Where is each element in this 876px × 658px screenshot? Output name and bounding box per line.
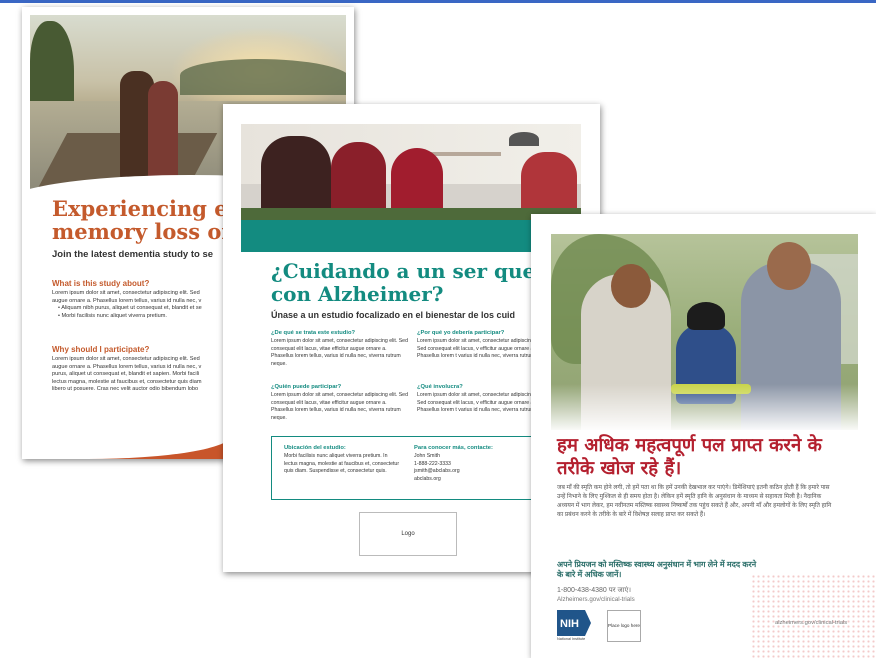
question-text: Lorem ipsum dolor sit amet, consectetur … xyxy=(271,338,408,367)
contact-heading: Para conocer más, contacte: xyxy=(414,445,493,451)
nih-logo-icon: NIH xyxy=(557,610,591,636)
svg-text:NIH: NIH xyxy=(560,618,579,630)
question-heading: ¿Qué involucra? xyxy=(417,384,463,390)
flyer-spanish-subtitle: Únase a un estudio focalizado en el bien… xyxy=(271,310,516,320)
flyer-hindi-cta: अपने प्रियजन को मस्तिष्क स्वास्थ्य अनुसं… xyxy=(557,560,757,579)
phone-number: 1-800-438-4380 पर जाएं। xyxy=(557,587,632,594)
top-accent-bar xyxy=(0,0,876,3)
section-heading-participate: Why should I participate? xyxy=(52,345,150,354)
question-heading: ¿Por qué yo debería participar? xyxy=(417,330,505,336)
flyer-hindi: हम अधिक महत्वपूर्ण पल प्राप्त करने के तर… xyxy=(531,214,876,658)
flyer-hindi-title: हम अधिक महत्वपूर्ण पल प्राप्त करने के तर… xyxy=(557,435,822,479)
footer-url: alzheimers.gov/clinical-trials xyxy=(775,620,848,626)
study-info-box: Ubicación del estudio: Morbi facilisis n… xyxy=(271,436,575,500)
logo-placeholder: Logo xyxy=(359,512,457,556)
logo-placeholder: Place logo here xyxy=(607,610,641,642)
flyer-english-subtitle: Join the latest dementia study to se xyxy=(52,249,214,260)
website-url: Alzheimers.gov/clinical-trials xyxy=(557,596,635,603)
family-kitchen-photo xyxy=(241,124,581,220)
dotted-pattern xyxy=(751,574,876,658)
location-text: Morbi facilisis nunc aliquet viverra pre… xyxy=(284,453,400,475)
nih-subtitle: National Institute xyxy=(557,637,586,641)
question-heading: ¿De qué se trata este estudio? xyxy=(271,330,356,336)
teal-band xyxy=(241,220,581,252)
flyer-hindi-body: जब माँ की स्मृति कम होने लगी, तो हमें पत… xyxy=(557,485,832,518)
question-text: Lorem ipsum dolor sit amet, consectetur … xyxy=(271,392,408,421)
family-bike-photo xyxy=(551,234,858,430)
flyer-spanish-title: ¿Cuidando a un ser queri con Alzheimer? xyxy=(271,259,554,306)
question-heading: ¿Quién puede participar? xyxy=(271,384,342,390)
section-heading-study: What is this study about? xyxy=(52,279,150,288)
location-heading: Ubicación del estudio: xyxy=(284,445,346,451)
